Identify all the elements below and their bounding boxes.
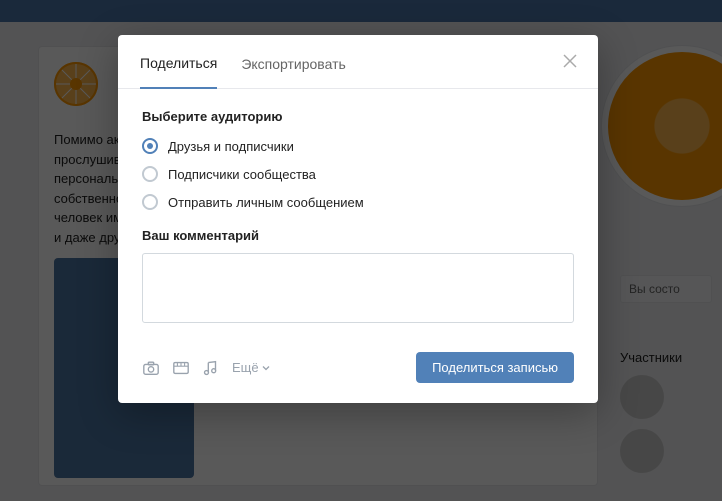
music-icon[interactable] [202, 359, 220, 377]
video-icon[interactable] [172, 359, 190, 377]
camera-icon[interactable] [142, 359, 160, 377]
comment-label: Ваш комментарий [142, 228, 574, 243]
radio-label: Друзья и подписчики [168, 139, 294, 154]
more-attachments-button[interactable]: Ещё [232, 360, 270, 375]
modal-footer: Ещё Поделиться записью [118, 338, 598, 403]
audience-title: Выберите аудиторию [142, 109, 574, 124]
radio-community-subscribers[interactable]: Подписчики сообщества [142, 166, 574, 182]
radio-label: Отправить личным сообщением [168, 195, 364, 210]
chevron-down-icon [262, 364, 270, 372]
comment-textarea[interactable] [142, 253, 574, 323]
radio-icon [142, 138, 158, 154]
close-button[interactable] [562, 53, 582, 73]
tab-share[interactable]: Поделиться [140, 35, 217, 89]
radio-icon [142, 194, 158, 210]
radio-friends-subscribers[interactable]: Друзья и подписчики [142, 138, 574, 154]
close-icon [562, 53, 578, 69]
modal-body: Выберите аудиторию Друзья и подписчики П… [118, 89, 598, 338]
more-label: Ещё [232, 360, 259, 375]
share-post-button[interactable]: Поделиться записью [416, 352, 574, 383]
tab-export[interactable]: Экспортировать [241, 36, 345, 88]
modal-tabs: Поделиться Экспортировать [118, 35, 598, 89]
radio-label: Подписчики сообщества [168, 167, 316, 182]
share-modal: Поделиться Экспортировать Выберите аудит… [118, 35, 598, 403]
radio-private-message[interactable]: Отправить личным сообщением [142, 194, 574, 210]
attachment-bar: Ещё [142, 359, 270, 377]
radio-icon [142, 166, 158, 182]
